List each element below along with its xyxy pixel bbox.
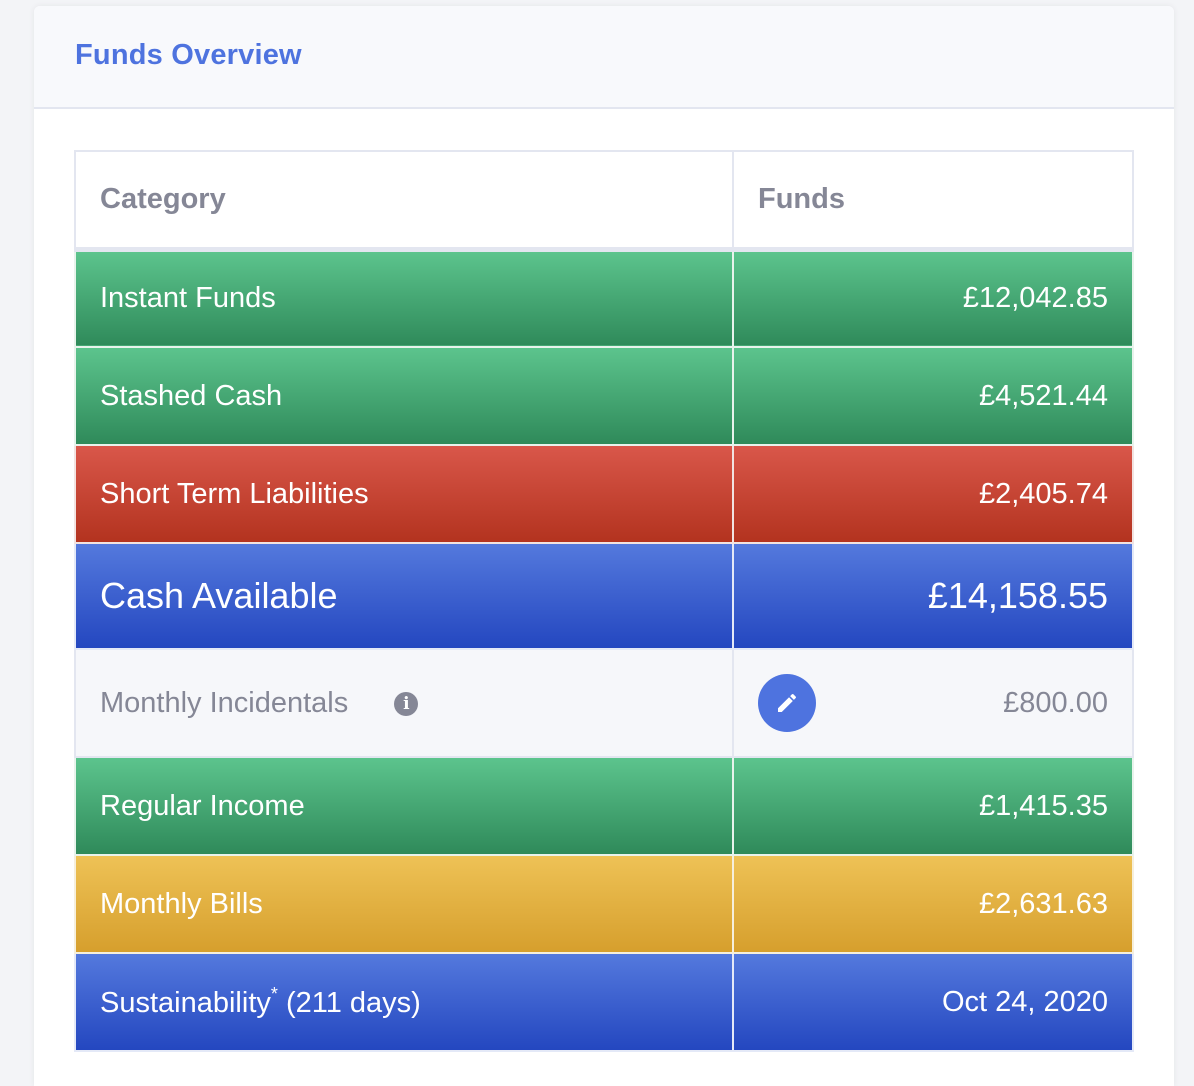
edit-incidentals-button[interactable] [758,674,816,732]
row-funds: £800.00 [1003,687,1108,719]
row-funds: £1,415.35 [732,756,1134,856]
table-row-monthly-incidentals: Monthly Incidentals i £800.00 [74,648,1134,758]
table-row-instant-funds: Instant Funds £12,042.85 [74,248,1134,348]
row-category-cell: Sustainability* (211 days) [74,952,734,1052]
row-category-cell: Monthly Incidentals i [74,648,734,758]
table-header-row: Category Funds [74,150,1134,252]
row-funds: Oct 24, 2020 [732,952,1134,1052]
table-row-stashed-cash: Stashed Cash £4,521.44 [74,346,1134,446]
row-funds: £4,521.44 [732,346,1134,446]
footnote-marker: * [270,984,278,1004]
funds-overview-card: Funds Overview Category Funds Instant Fu… [34,6,1174,1086]
row-funds: £12,042.85 [732,248,1134,348]
table-row-short-term-liabilities: Short Term Liabilities £2,405.74 [74,444,1134,544]
row-category: Sustainability [100,987,271,1019]
row-category: Stashed Cash [74,346,734,446]
card-header: Funds Overview [34,6,1174,109]
card-title: Funds Overview [75,39,302,71]
row-category-suffix: (211 days) [285,987,421,1019]
row-category: Monthly Bills [74,854,734,954]
row-category: Instant Funds [74,248,734,348]
table-row-cash-available: Cash Available £14,158.55 [74,542,1134,650]
row-funds: £2,631.63 [732,854,1134,954]
row-category: Monthly Incidentals [100,686,349,719]
row-category: Regular Income [74,756,734,856]
header-funds: Funds [732,150,1134,252]
table-row-monthly-bills: Monthly Bills £2,631.63 [74,854,1134,954]
pencil-icon [778,693,797,712]
table-row-sustainability: Sustainability* (211 days) Oct 24, 2020 [74,952,1134,1052]
row-funds: £2,405.74 [732,444,1134,544]
row-funds-cell: £800.00 [732,648,1134,758]
row-funds: £14,158.55 [732,542,1134,650]
header-category: Category [74,150,734,252]
row-category: Cash Available [74,542,734,650]
funds-table: Category Funds Instant Funds £12,042.85 … [74,150,1134,1052]
table-row-regular-income: Regular Income £1,415.35 [74,756,1134,856]
row-category: Short Term Liabilities [74,444,734,544]
info-icon[interactable]: i [394,691,419,716]
